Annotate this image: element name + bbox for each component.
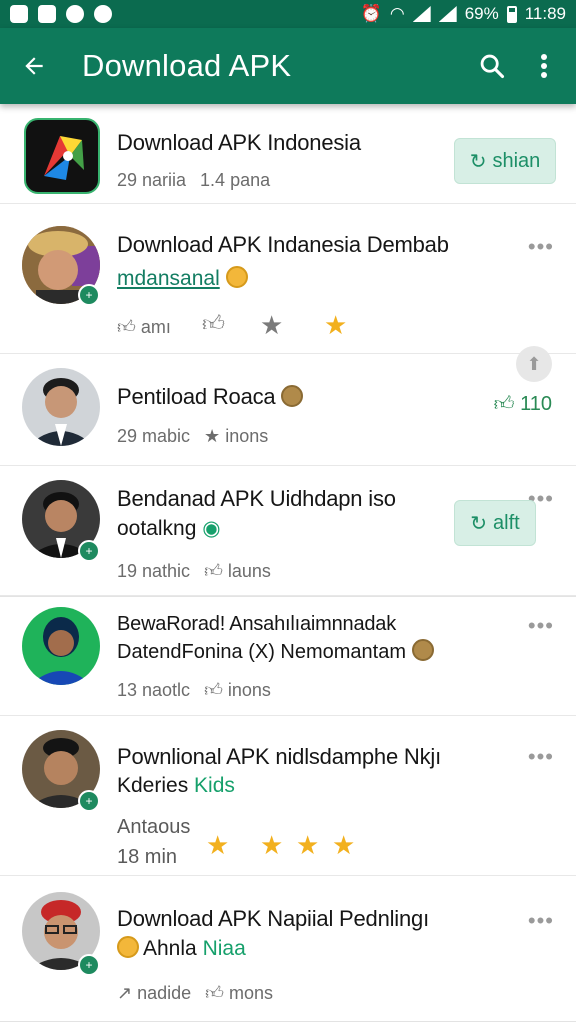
- list-item[interactable]: + Pownlional APK nidlsdamphe Nkjı Kderie…: [0, 716, 576, 876]
- wifi-icon: ◠: [389, 4, 405, 23]
- item-subtitle: Ahnla Niaa: [117, 936, 246, 961]
- emoji-icon: [117, 936, 139, 958]
- item-title: Pownlional APK nidlsdamphe Nkjı: [117, 744, 441, 769]
- item-title: Download APK Napiial Pednlingı: [117, 906, 429, 931]
- avatar: [22, 607, 100, 685]
- verified-badge: +: [78, 954, 100, 976]
- item-menu-button[interactable]: •••: [528, 613, 554, 639]
- item-meta: 19 nathic 👍︎ launs: [117, 561, 271, 581]
- list-item[interactable]: + Download APK Indanesia Dembab mdansana…: [0, 204, 576, 354]
- star-icon[interactable]: ★: [296, 830, 319, 861]
- list-item[interactable]: ⬆ Pentiload Roaca 29 mabic ★ inons 👍︎ 110: [0, 346, 576, 466]
- thumb-icon: 👍︎: [204, 561, 223, 581]
- thumbs-up-icon: 👍︎: [493, 393, 515, 415]
- star-icon: ★: [204, 426, 221, 446]
- thumb-icon: 👍︎: [205, 983, 224, 1003]
- item-title: BewaRorad! Ansahılıaimnnadak: [117, 613, 397, 635]
- item-title: Pentiload Roaca: [117, 384, 304, 410]
- floating-action-icon[interactable]: ⬆: [516, 346, 552, 382]
- refresh-icon: ↻: [470, 512, 488, 535]
- signal-icon: [412, 6, 431, 22]
- item-subtitle: ootalkng ◉: [117, 517, 221, 540]
- star-icon[interactable]: ★: [260, 830, 283, 861]
- item-meta: 18 min: [117, 846, 178, 868]
- item-menu-button[interactable]: •••: [528, 908, 554, 934]
- app-icon: [24, 118, 100, 194]
- smile-emoji-icon: [225, 266, 248, 288]
- clock: 11:89: [524, 4, 566, 23]
- list-item[interactable]: Download APK Indonesia 29 nariia 1.4 pana…: [0, 104, 576, 204]
- verified-badge: +: [78, 540, 100, 562]
- star-icon[interactable]: ★: [332, 830, 355, 861]
- item-meta: 👍︎ amı: [117, 317, 171, 337]
- share-icon: ↗: [117, 983, 133, 1003]
- page-title: Download APK: [82, 48, 292, 83]
- back-button[interactable]: [14, 46, 54, 86]
- emoji-icon: [281, 385, 304, 407]
- item-title: Download APK Indonesia: [117, 130, 361, 155]
- star-icon[interactable]: ★: [324, 310, 347, 341]
- app-bar: Download APK: [0, 28, 576, 104]
- battery-percent: 69%: [464, 4, 499, 23]
- item-menu-button[interactable]: •••: [528, 234, 554, 260]
- alarm-icon: ⏰: [360, 4, 382, 23]
- item-meta: 29 mabic ★ inons: [117, 426, 269, 446]
- item-meta: 13 naotlc 👍︎ inons: [117, 680, 271, 700]
- list-item[interactable]: + Download APK Napiial Pednlingı Ahnla N…: [0, 876, 576, 1022]
- arrow-back-icon: [25, 57, 43, 75]
- item-title: Bendanad APK Uidhdapn iso: [117, 486, 396, 511]
- item-meta: 29 nariia 1.4 pana: [117, 170, 271, 190]
- item-menu-button[interactable]: •••: [528, 744, 554, 770]
- star-icon[interactable]: ★: [260, 310, 283, 341]
- list-item[interactable]: + Bendanad APK Uidhdapn iso ootalkng ◉ •…: [0, 466, 576, 596]
- app-icon: [94, 5, 112, 23]
- thumb-icon[interactable]: 👍︎: [202, 310, 225, 337]
- notification-icon: [10, 5, 28, 23]
- emoji-icon: [412, 639, 435, 661]
- share-button[interactable]: ↻ shian: [454, 138, 556, 184]
- like-icon: 👍︎: [117, 317, 136, 337]
- action-button[interactable]: ↻ alft: [454, 500, 536, 546]
- signal-icon-2: [438, 6, 457, 22]
- avatar: [22, 368, 100, 446]
- verified-badge: +: [78, 790, 100, 812]
- thumb-icon: 👍︎: [204, 680, 223, 700]
- like-count[interactable]: 👍︎ 110: [494, 392, 552, 416]
- item-meta-label: Antaous: [117, 816, 191, 838]
- item-subtitle: mdansanal: [117, 266, 248, 291]
- whatsapp-icon: ◉: [202, 517, 221, 540]
- item-subtitle: DatendFonina (X) Nemomantam: [117, 639, 435, 664]
- list-item[interactable]: BewaRorad! Ansahılıaimnnadak DatendFonin…: [0, 596, 576, 716]
- chat-icon: [66, 5, 84, 23]
- verified-badge: +: [78, 284, 100, 306]
- search-icon: [480, 54, 505, 79]
- search-button[interactable]: [470, 44, 514, 88]
- item-title: Download APK Indanesia Dembab: [117, 232, 449, 257]
- image-icon: [38, 5, 56, 23]
- item-meta: ↗ nadide 👍︎ mons: [117, 983, 274, 1003]
- more-vert-icon: [541, 54, 547, 78]
- overflow-menu-button[interactable]: [522, 44, 566, 88]
- refresh-icon: ↻: [469, 150, 487, 173]
- battery-icon: [506, 5, 517, 23]
- star-icon[interactable]: ★: [206, 830, 229, 861]
- status-bar: ⏰ ◠ 69% 11:89: [0, 0, 576, 28]
- item-subtitle: Kderies Kids: [117, 774, 235, 797]
